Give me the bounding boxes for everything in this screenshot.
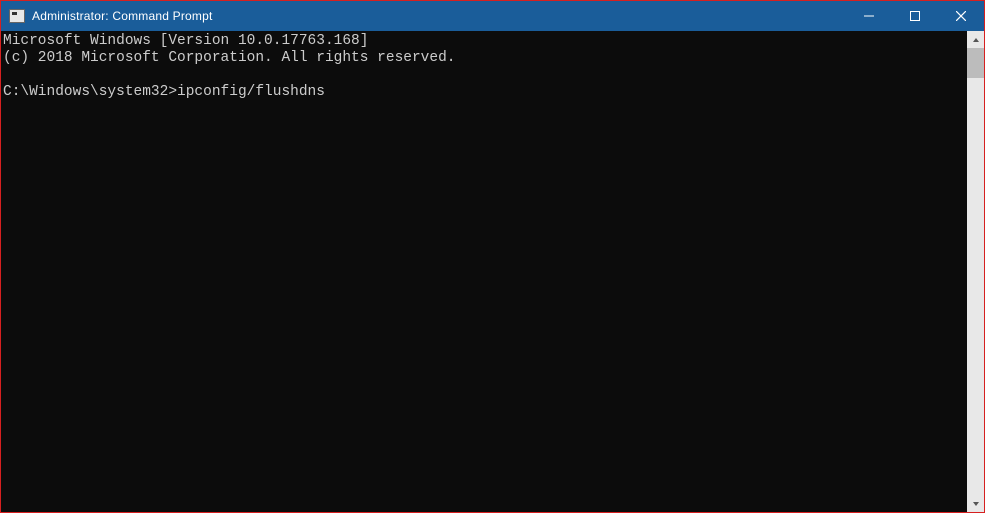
- terminal-line-version: Microsoft Windows [Version 10.0.17763.16…: [3, 33, 368, 49]
- cmd-icon: [9, 9, 25, 23]
- scroll-up-button[interactable]: [967, 31, 984, 48]
- window-title: Administrator: Command Prompt: [32, 9, 846, 23]
- chevron-up-icon: [972, 36, 980, 44]
- scroll-down-button[interactable]: [967, 495, 984, 512]
- terminal-body: Microsoft Windows [Version 10.0.17763.16…: [1, 31, 984, 512]
- terminal-command: ipconfig/flushdns: [177, 84, 325, 100]
- close-icon: [956, 11, 966, 21]
- terminal-line-copyright: (c) 2018 Microsoft Corporation. All righ…: [3, 50, 455, 66]
- titlebar[interactable]: Administrator: Command Prompt: [1, 1, 984, 31]
- terminal-content[interactable]: Microsoft Windows [Version 10.0.17763.16…: [1, 31, 967, 512]
- terminal-prompt-line: C:\Windows\system32>ipconfig/flushdns: [3, 84, 325, 100]
- scroll-thumb[interactable]: [967, 48, 984, 78]
- close-button[interactable]: [938, 1, 984, 31]
- chevron-down-icon: [972, 500, 980, 508]
- maximize-button[interactable]: [892, 1, 938, 31]
- maximize-icon: [910, 11, 920, 21]
- window-controls: [846, 1, 984, 31]
- vertical-scrollbar[interactable]: [967, 31, 984, 512]
- command-prompt-window: Administrator: Command Prompt Microsoft …: [0, 0, 985, 513]
- minimize-button[interactable]: [846, 1, 892, 31]
- terminal-prompt: C:\Windows\system32>: [3, 84, 177, 100]
- minimize-icon: [864, 11, 874, 21]
- scroll-track[interactable]: [967, 48, 984, 495]
